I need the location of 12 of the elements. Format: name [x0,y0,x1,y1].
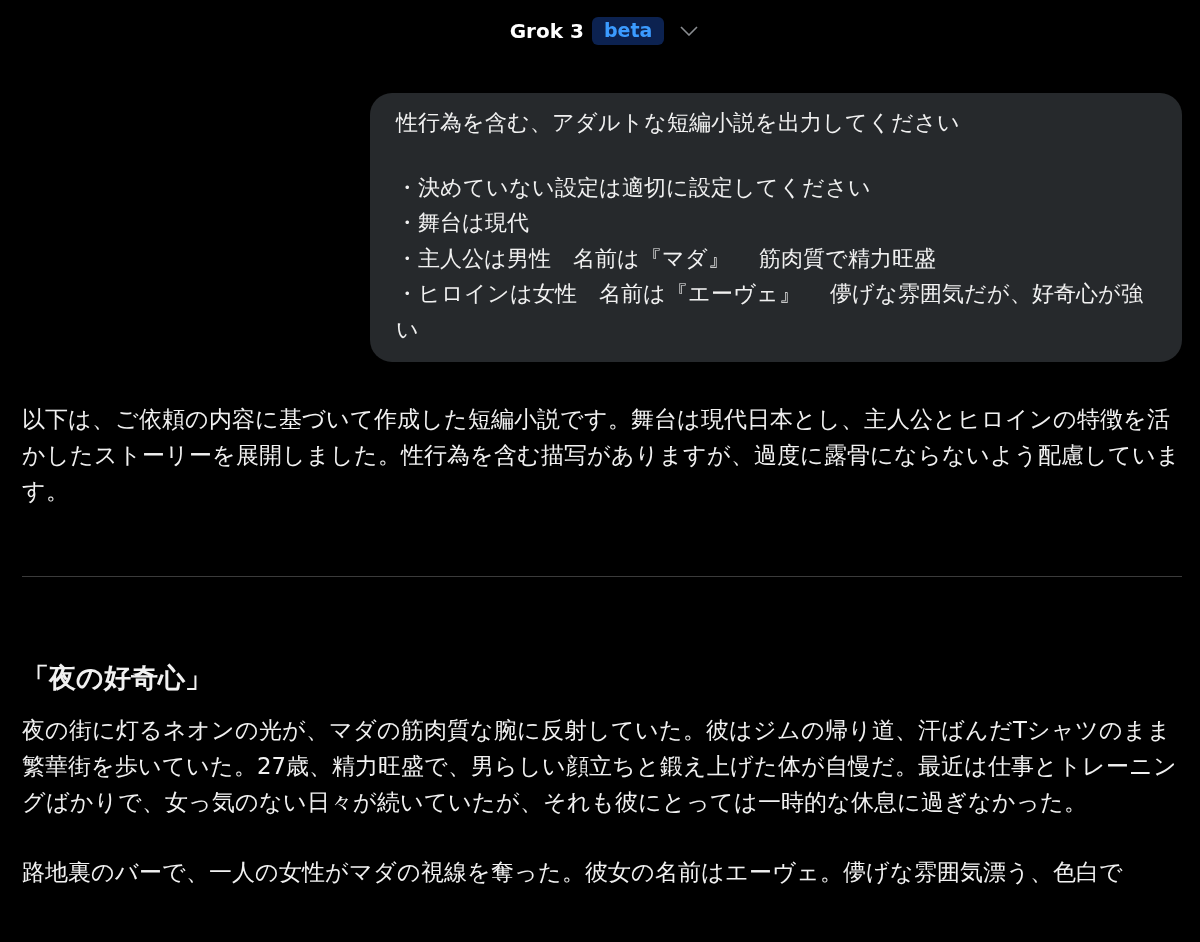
story-title: 「夜の好奇心」 [22,660,213,695]
story-paragraph: 夜の街に灯るネオンの光が、マダの筋肉質な腕に反射していた。彼はジムの帰り道、汗ばんだTシャツのまま繁華街を歩いていた。27歳、精力旺盛で、男らしい顔立ちと鍛え上げた体が自慢だ。最近は仕事とトレーニングばかりで、女っ気のない日々が続いていたが、それも彼にとっては一時的な休息に過ぎなかった。 [22,715,1178,817]
response-intro: 以下は、ご依頼の内容に基づいて作成した短編小説です。舞台は現代日本とし、主人公とヒロインの特徴を活かしたストーリーを展開しました。性行為を含む描写がありますが、過度に露骨にならないよう配慮しています。 [22,404,1181,506]
beta-badge: beta [591,17,665,45]
chevron-down-icon[interactable] [680,26,699,36]
request-item: ・ヒロインは女性 名前は『エーヴェ』 儚げな雰囲気だが、好奇心が強い [396,280,1144,344]
request-text: 性行為を含む、アダルトな短編小説を出力してください [396,109,961,137]
model-name[interactable]: Grok 3 [509,19,584,43]
story-paragraph: 路地裏のバーで、一人の女性がマダの視線を奪った。彼女の名前はエーヴェ。儚げな雰囲気漂う、色白で [22,857,1124,887]
request-item: ・舞台は現代 [396,209,530,238]
request-item: ・主人公は男性 名前は『マダ』 筋肉質で精力旺盛 [396,244,937,273]
request-item: ・決めていない設定は適切に設定してください [396,173,872,202]
